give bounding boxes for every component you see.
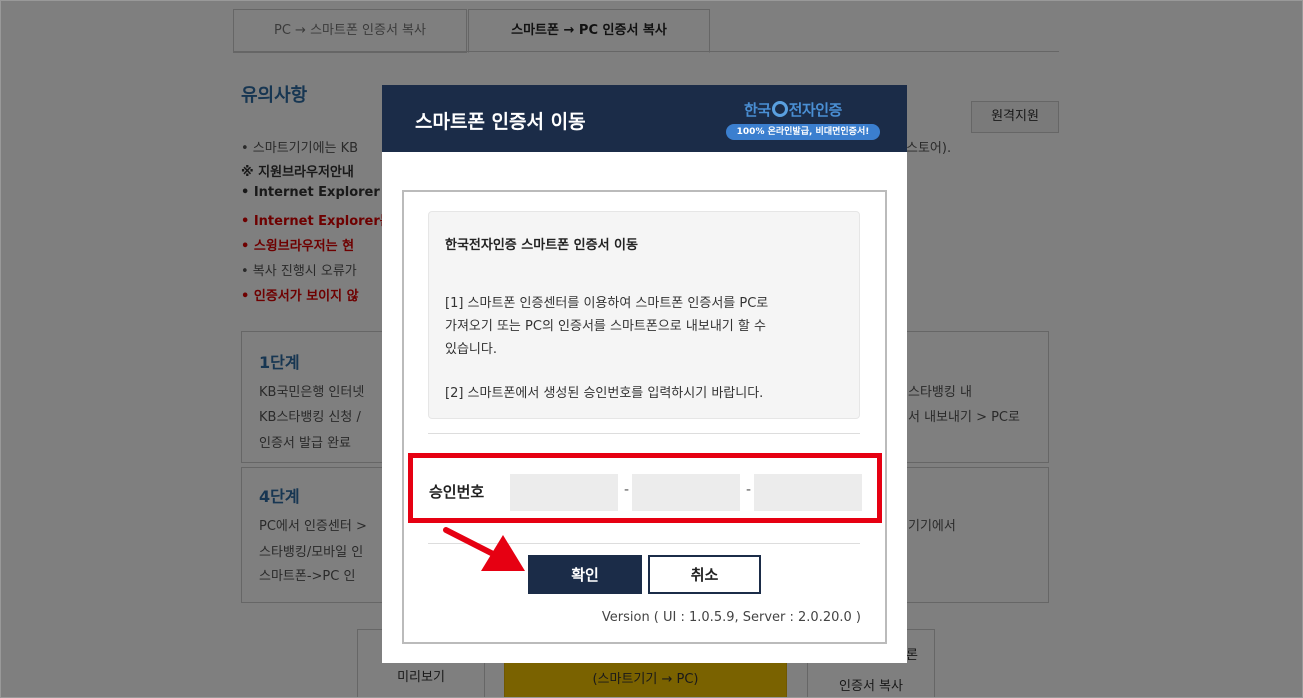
info-box: 한국전자인증 스마트폰 인증서 이동 [1] 스마트폰 인증센터를 이용하여 스… xyxy=(428,211,860,419)
dialog-title: 스마트폰 인증서 이동 xyxy=(415,111,586,133)
info-title: 한국전자인증 스마트폰 인증서 이동 xyxy=(445,238,638,253)
approval-code-field-3[interactable] xyxy=(754,474,862,511)
logo-text-b: 전자인증 xyxy=(788,101,843,119)
approval-number-label: 승인번호 xyxy=(429,483,485,501)
version-text: Version ( UI : 1.0.5.9, Server : 2.0.20.… xyxy=(601,610,861,625)
separator xyxy=(428,433,860,434)
confirm-button[interactable]: 확인 xyxy=(528,555,642,594)
red-arrow-icon xyxy=(443,527,525,571)
logo-text-a: 한국 xyxy=(744,101,771,119)
info-line: 있습니다. xyxy=(445,342,497,357)
dialog-header: 스마트폰 인증서 이동 한국 전자인증 100% 온라인발급, 비대면인증서! xyxy=(382,85,907,152)
cancel-button[interactable]: 취소 xyxy=(648,555,761,594)
approval-number-section: 승인번호 - - xyxy=(408,453,882,523)
dash-separator: - xyxy=(624,482,630,498)
logo-e-icon xyxy=(771,101,788,117)
screen: PC → 스마트폰 인증서 복사 스마트폰 → PC 인증서 복사 유의사항 원… xyxy=(0,0,1303,698)
approval-code-field-2[interactable] xyxy=(632,474,740,511)
logo-badge: 100% 온라인발급, 비대면인증서! xyxy=(726,124,880,140)
info-line: 가져오기 또는 PC의 인증서를 스마트폰으로 내보내기 할 수 xyxy=(445,319,766,334)
dash-separator: - xyxy=(746,482,752,498)
info-line: [2] 스마트폰에서 생성된 승인번호를 입력하시기 바랍니다. xyxy=(445,386,764,401)
crosscert-logo: 한국 전자인증 100% 온라인발급, 비대면인증서! xyxy=(726,97,886,143)
approval-code-field-1[interactable] xyxy=(510,474,618,511)
info-line: [1] 스마트폰 인증센터를 이용하여 스마트폰 인증서를 PC로 xyxy=(445,296,769,311)
logo-text: 한국 전자인증 xyxy=(744,99,842,120)
